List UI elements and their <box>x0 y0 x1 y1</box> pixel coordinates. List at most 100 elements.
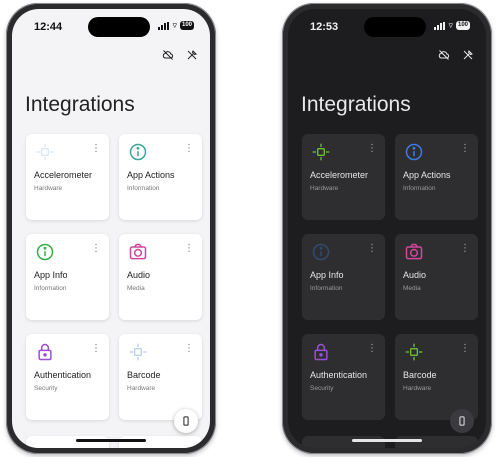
integration-card-authentication[interactable]: ⋮ Authentication Security <box>302 334 385 420</box>
partial-card-row <box>302 436 478 448</box>
status-icons: ▿ 100 <box>434 21 470 30</box>
dark-screen: 12:53 ▿ 100 Integrations ⋮ Accelerometer… <box>288 9 486 448</box>
card-menu-icon[interactable]: ⋮ <box>184 244 194 254</box>
card-menu-icon[interactable]: ⋮ <box>460 344 470 354</box>
partial-card[interactable] <box>119 436 202 448</box>
card-menu-icon[interactable]: ⋮ <box>367 344 377 354</box>
card-category: Hardware <box>310 185 339 192</box>
wifi-icon: ▿ <box>448 20 453 30</box>
phone-icon <box>183 416 189 426</box>
card-menu-icon[interactable]: ⋮ <box>184 344 194 354</box>
integrations-grid: ⋮ Accelerometer Hardware ⋮ App Actions I… <box>302 134 478 420</box>
card-category: Media <box>403 285 421 292</box>
card-category: Hardware <box>127 385 156 392</box>
card-category: Security <box>310 385 334 392</box>
partial-card[interactable] <box>302 436 385 448</box>
integration-card-barcode[interactable]: ⋮ Barcode Hardware <box>119 334 202 420</box>
integration-card-audio[interactable]: ⋮ Audio Media <box>119 234 202 320</box>
battery-icon: 100 <box>179 21 194 30</box>
integration-card-audio[interactable]: ⋮ Audio Media <box>395 234 478 320</box>
dark-phone: 12:53 ▿ 100 Integrations ⋮ Accelerometer… <box>282 3 492 454</box>
device-fab-button[interactable] <box>450 409 474 433</box>
home-indicator <box>76 439 146 442</box>
status-icons: ▿ 100 <box>158 21 194 30</box>
accelerometer-icon <box>36 143 54 161</box>
home-indicator <box>352 439 422 442</box>
barcode-icon <box>129 343 147 361</box>
integration-card-app-actions[interactable]: ⋮ App Actions Information <box>395 134 478 220</box>
card-name: App Actions <box>403 170 451 180</box>
dynamic-island <box>88 17 150 37</box>
accelerometer-icon <box>312 143 330 161</box>
card-name: Accelerometer <box>34 170 93 180</box>
integration-card-app-info[interactable]: ⋮ App Info Information <box>302 234 385 320</box>
card-name: Barcode <box>403 370 437 380</box>
card-name: Audio <box>127 270 151 280</box>
card-name: Audio <box>403 270 427 280</box>
card-menu-icon[interactable]: ⋮ <box>367 144 377 154</box>
wifi-icon: ▿ <box>172 20 177 30</box>
light-screen: 12:44 ▿ 100 Integrations ⋮ Accelerometer… <box>12 9 210 448</box>
info-icon <box>405 143 423 161</box>
cloud-off-icon[interactable] <box>438 49 450 61</box>
card-menu-icon[interactable]: ⋮ <box>184 144 194 154</box>
integration-card-authentication[interactable]: ⋮ Authentication Security <box>26 334 109 420</box>
info-icon <box>312 243 330 261</box>
page-title: Integrations <box>301 93 411 116</box>
battery-icon: 100 <box>455 21 470 30</box>
tools-icon[interactable] <box>462 49 474 61</box>
page-title: Integrations <box>25 93 135 116</box>
integration-card-app-info[interactable]: ⋮ App Info Information <box>26 234 109 320</box>
info-icon <box>129 143 147 161</box>
card-category: Information <box>310 285 343 292</box>
card-name: App Info <box>310 270 344 280</box>
partial-card[interactable] <box>395 436 478 448</box>
top-actions <box>438 49 474 61</box>
card-category: Hardware <box>403 385 432 392</box>
barcode-icon <box>405 343 423 361</box>
card-category: Hardware <box>34 185 63 192</box>
status-bar: 12:53 ▿ 100 <box>288 9 486 43</box>
integration-card-accelerometer[interactable]: ⋮ Accelerometer Hardware <box>26 134 109 220</box>
status-time: 12:53 <box>310 21 339 33</box>
lock-icon <box>314 343 328 361</box>
integrations-grid: ⋮ Accelerometer Hardware ⋮ App Actions I… <box>26 134 202 420</box>
camera-icon <box>405 243 423 260</box>
status-time: 12:44 <box>34 21 63 33</box>
card-category: Media <box>127 285 145 292</box>
card-menu-icon[interactable]: ⋮ <box>460 244 470 254</box>
cloud-off-icon[interactable] <box>162 49 174 61</box>
card-menu-icon[interactable]: ⋮ <box>91 144 101 154</box>
status-bar: 12:44 ▿ 100 <box>12 9 210 43</box>
card-name: Barcode <box>127 370 161 380</box>
card-name: App Info <box>34 270 68 280</box>
card-category: Information <box>34 285 67 292</box>
signal-icon <box>434 21 446 30</box>
card-name: Authentication <box>34 370 92 380</box>
device-fab-button[interactable] <box>174 409 198 433</box>
card-category: Information <box>403 185 436 192</box>
card-name: Authentication <box>310 370 368 380</box>
dynamic-island <box>364 17 426 37</box>
light-phone: 12:44 ▿ 100 Integrations ⋮ Accelerometer… <box>6 3 216 454</box>
partial-card-row <box>26 436 202 448</box>
lock-icon <box>38 343 52 361</box>
card-menu-icon[interactable]: ⋮ <box>91 344 101 354</box>
integration-card-app-actions[interactable]: ⋮ App Actions Information <box>119 134 202 220</box>
card-category: Security <box>34 385 58 392</box>
info-icon <box>36 243 54 261</box>
camera-icon <box>129 243 147 260</box>
integration-card-barcode[interactable]: ⋮ Barcode Hardware <box>395 334 478 420</box>
phone-icon <box>459 416 465 426</box>
card-menu-icon[interactable]: ⋮ <box>367 244 377 254</box>
signal-icon <box>158 21 170 30</box>
partial-card[interactable] <box>26 436 109 448</box>
top-actions <box>162 49 198 61</box>
integration-card-accelerometer[interactable]: ⋮ Accelerometer Hardware <box>302 134 385 220</box>
card-category: Information <box>127 185 160 192</box>
card-name: Accelerometer <box>310 170 369 180</box>
card-name: App Actions <box>127 170 175 180</box>
tools-icon[interactable] <box>186 49 198 61</box>
card-menu-icon[interactable]: ⋮ <box>460 144 470 154</box>
card-menu-icon[interactable]: ⋮ <box>91 244 101 254</box>
